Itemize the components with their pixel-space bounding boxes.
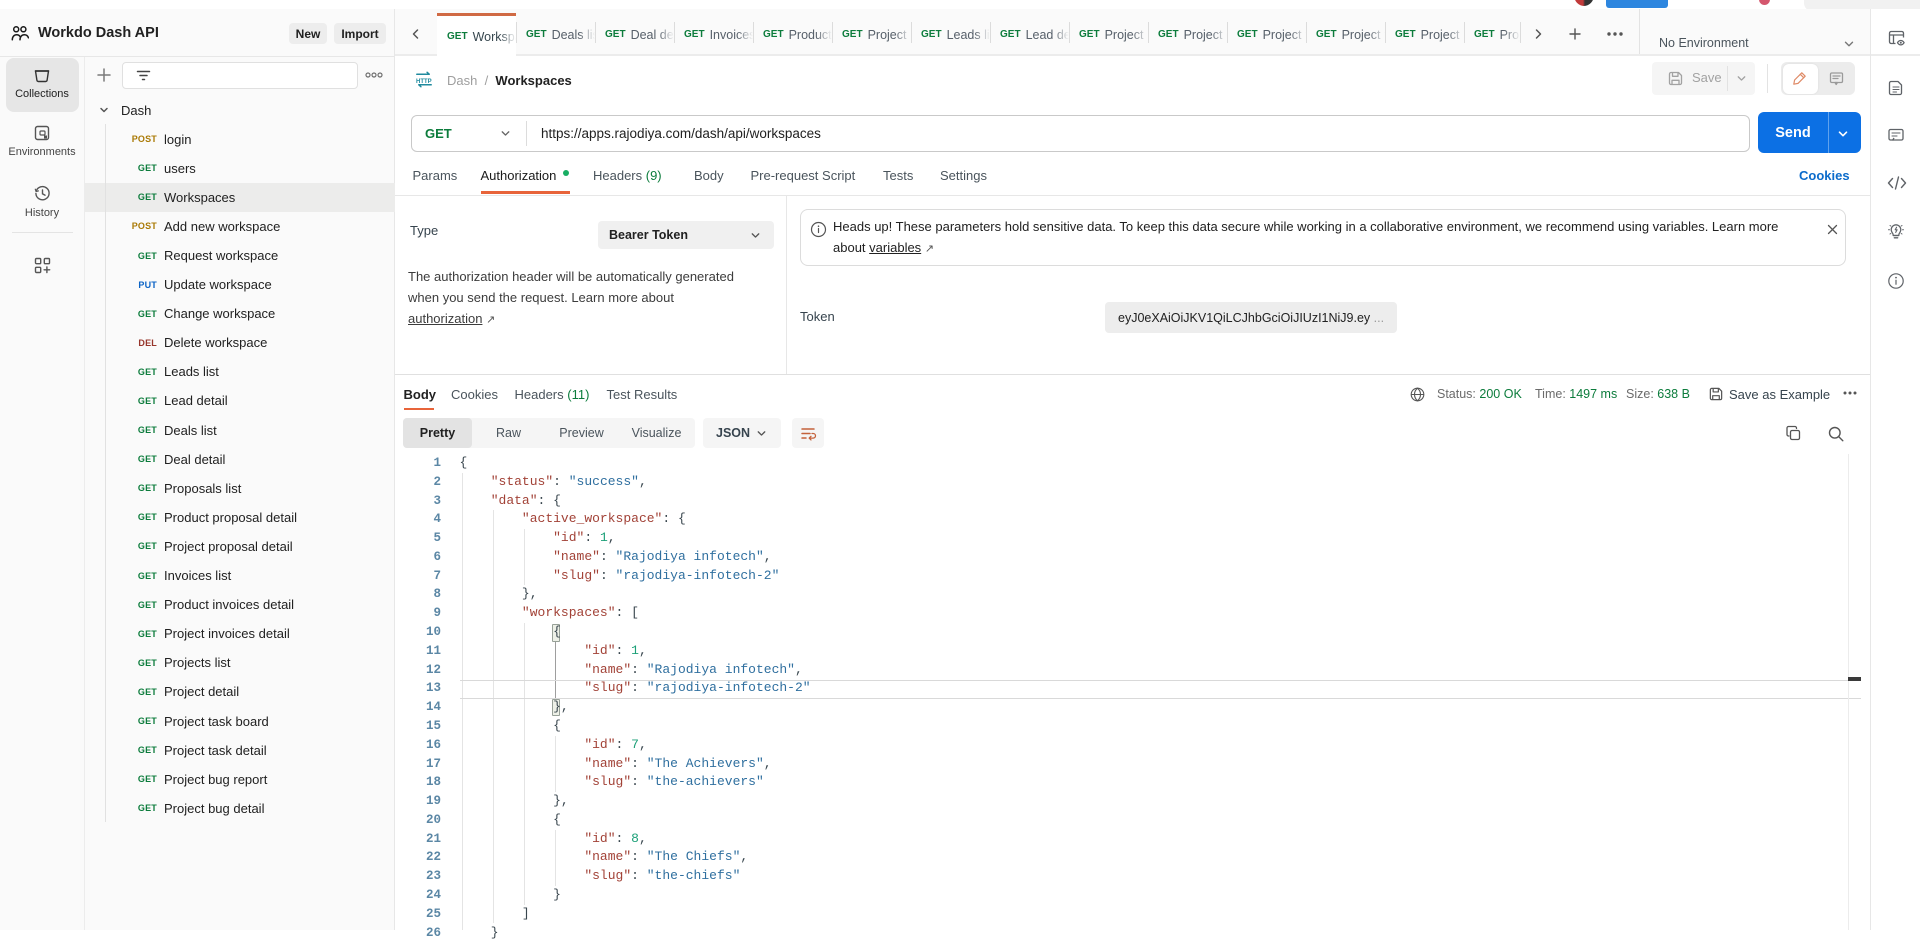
svg-text:HTTP: HTTP <box>416 78 432 85</box>
